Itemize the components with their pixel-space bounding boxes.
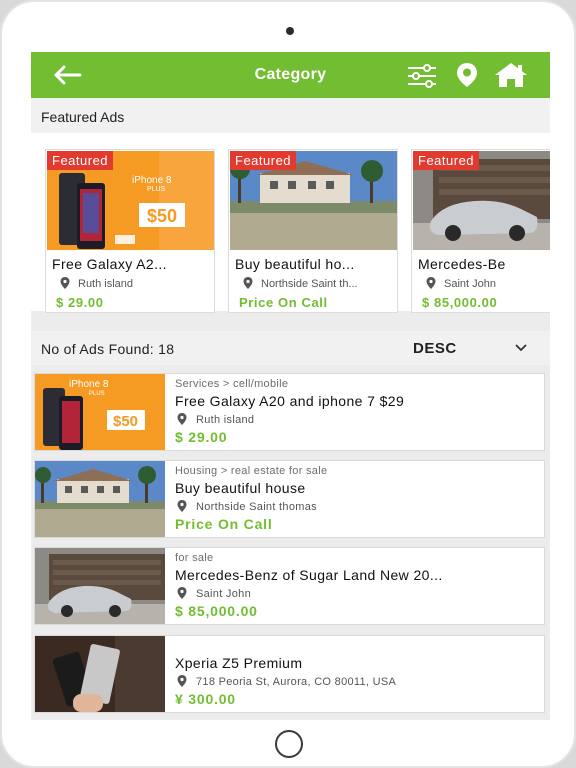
featured-ads-carousel[interactable]: iPhone 8 PLUS $50 Featured Free Galaxy A…: [31, 133, 550, 313]
location-pin-icon: [60, 277, 70, 289]
ad-location-text: 718 Peoria St, Aurora, CO 80011, USA: [196, 676, 397, 688]
ad-title: Buy beautiful house: [175, 480, 306, 496]
results-count-bar: No of Ads Found: 18 DESC: [31, 331, 550, 365]
location-pin-icon: [177, 413, 187, 425]
ad-list-item[interactable]: for sale Mercedes-Benz of Sugar Land New…: [34, 547, 545, 625]
featured-card-title: Mercedes-Be: [418, 256, 506, 272]
top-app-bar: Category: [31, 52, 550, 98]
location-pin-icon: [243, 277, 253, 289]
location-pin-icon: [177, 500, 187, 512]
featured-card[interactable]: Featured Buy beautiful ho... Northside S…: [228, 149, 398, 313]
ad-location: Northside Saint thomas: [177, 500, 317, 513]
location-pin-icon: [177, 587, 187, 599]
ad-title: Free Galaxy A20 and iphone 7 $29: [175, 393, 405, 409]
ad-location: Saint John: [177, 587, 251, 600]
phone-ad-text: iPhone 8: [132, 175, 172, 186]
phone-ad-text: iPhone 8: [69, 379, 109, 390]
featured-card[interactable]: iPhone 8 PLUS $50 Featured Free Galaxy A…: [45, 149, 215, 313]
ad-list-item-image: [35, 636, 165, 712]
featured-ads-header: Featured Ads: [31, 98, 550, 133]
ad-category: Services > cell/mobile: [175, 378, 289, 390]
ad-location: 718 Peoria St, Aurora, CO 80011, USA: [177, 675, 396, 688]
ad-price: $ 29.00: [175, 429, 228, 445]
featured-card-price: Price On Call: [239, 295, 328, 310]
home-hardware-button[interactable]: [275, 730, 303, 758]
location-pin-icon: [177, 675, 187, 687]
featured-card-title: Buy beautiful ho...: [235, 256, 355, 272]
ad-price: $ 85,000.00: [175, 603, 258, 619]
featured-card-price: $ 29.00: [56, 295, 104, 310]
featured-card-location-text: Saint John: [444, 278, 496, 290]
ad-list-item[interactable]: iPhone 8 PLUS $50 Services > cell/mobile…: [34, 373, 545, 451]
ad-location-text: Northside Saint thomas: [196, 501, 317, 513]
home-icon[interactable]: [494, 62, 528, 88]
phone-ad-sub: PLUS: [89, 391, 105, 397]
featured-card-title: Free Galaxy A2...: [52, 256, 167, 272]
location-pin-icon: [426, 277, 436, 289]
featured-card-location: Ruth island: [60, 277, 210, 290]
sort-order-value: DESC: [413, 340, 457, 357]
ad-list-item[interactable]: Xperia Z5 Premium 718 Peoria St, Aurora,…: [34, 635, 545, 713]
featured-card-location: Northside Saint th...: [243, 277, 393, 290]
filter-sliders-icon[interactable]: [407, 64, 437, 88]
featured-card-location-text: Ruth island: [78, 278, 134, 290]
phone-ad-price: $50: [147, 206, 177, 226]
featured-badge: Featured: [413, 151, 480, 170]
camera-dot: [286, 27, 294, 35]
ad-title: Mercedes-Benz of Sugar Land New 20...: [175, 567, 443, 583]
ad-category: for sale: [175, 552, 214, 564]
featured-card-price: $ 85,000.00: [422, 295, 498, 310]
ad-price: Price On Call: [175, 516, 273, 532]
tablet-frame: Category Featured Ads iPhone 8 PLUS $50 …: [0, 0, 576, 768]
ad-list-item[interactable]: Housing > real estate for sale Buy beaut…: [34, 460, 545, 538]
ad-price: ¥ 300.00: [175, 691, 236, 707]
ad-location-text: Ruth island: [196, 414, 255, 426]
location-pin-icon[interactable]: [454, 62, 480, 88]
phone-ad-sub: PLUS: [147, 186, 166, 193]
ad-location: Ruth island: [177, 413, 254, 426]
ad-list-item-image: [35, 548, 165, 624]
featured-card-location: Saint John: [426, 277, 550, 290]
featured-badge: Featured: [47, 151, 114, 170]
app-screen: Category Featured Ads iPhone 8 PLUS $50 …: [31, 52, 550, 720]
ad-list-item-image: iPhone 8 PLUS $50: [35, 374, 165, 450]
chevron-down-icon: [515, 344, 527, 352]
ad-title: Xperia Z5 Premium: [175, 655, 303, 671]
ads-count-text: No of Ads Found: 18: [41, 341, 175, 357]
featured-card-location-text: Northside Saint th...: [261, 278, 358, 290]
featured-card[interactable]: Featured Mercedes-Be Saint John $ 85,000…: [411, 149, 550, 313]
phone-ad-price: $50: [113, 413, 138, 430]
featured-badge: Featured: [230, 151, 297, 170]
ad-location-text: Saint John: [196, 588, 251, 600]
sort-order-select[interactable]: DESC: [413, 339, 531, 359]
featured-ads-title: Featured Ads: [41, 109, 125, 125]
ad-list-item-image: [35, 461, 165, 537]
ad-category: Housing > real estate for sale: [175, 465, 328, 477]
